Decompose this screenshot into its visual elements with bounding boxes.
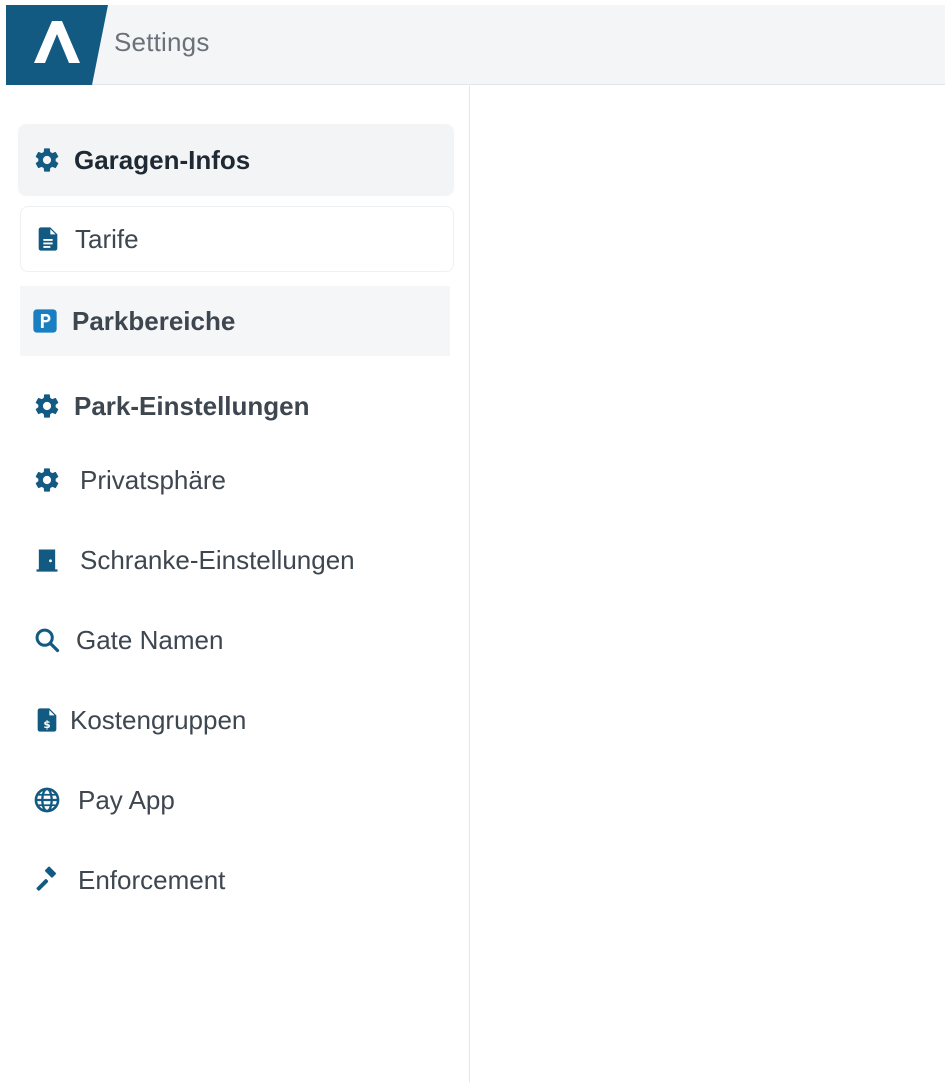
sidebar-item-kostengruppen[interactable]: $ Kostengruppen <box>20 686 450 754</box>
settings-sidebar: Garagen-Infos Tarife Parkbereiche Park-E… <box>6 86 470 1082</box>
search-icon <box>32 625 62 655</box>
sidebar-item-park-einstellungen[interactable]: Park-Einstellungen <box>20 370 450 442</box>
sidebar-item-label: Enforcement <box>78 864 226 895</box>
sidebar-item-label: Tarife <box>75 223 139 254</box>
sidebar-item-gate-namen[interactable]: Gate Namen <box>20 606 450 674</box>
brand-a-logo-icon <box>6 5 108 85</box>
page-title: Settings <box>114 27 210 57</box>
sidebar-item-label: Garagen-Infos <box>74 144 251 175</box>
globe-icon <box>32 785 62 815</box>
sidebar-item-label: Schranke-Einstellungen <box>80 544 355 575</box>
app-window: Settings Garagen-Infos Tarife Parkbereic… <box>0 0 945 1082</box>
main-content-area <box>471 86 945 1082</box>
sidebar-item-label: Gate Namen <box>76 624 224 655</box>
sidebar-item-label: Kostengruppen <box>70 704 247 735</box>
gear-icon <box>32 391 62 421</box>
svg-text:$: $ <box>43 719 50 731</box>
sidebar-item-privatsphaere[interactable]: Privatsphäre <box>20 446 450 514</box>
sidebar-item-tarife[interactable]: Tarife <box>20 206 454 272</box>
sidebar-item-label: Pay App <box>78 784 175 815</box>
sidebar-item-label: Park-Einstellungen <box>74 390 310 421</box>
sidebar-item-pay-app[interactable]: Pay App <box>20 766 450 834</box>
gear-icon <box>32 145 62 175</box>
sidebar-item-garagen-infos[interactable]: Garagen-Infos <box>18 124 454 196</box>
sidebar-item-schranke-einstellungen[interactable]: Schranke-Einstellungen <box>20 526 450 594</box>
gavel-icon <box>32 865 62 895</box>
brand-logo[interactable] <box>6 5 108 85</box>
door-icon <box>32 545 62 575</box>
gear-icon <box>32 465 62 495</box>
parking-icon <box>30 306 60 336</box>
invoice-dollar-icon: $ <box>32 705 62 735</box>
sidebar-item-enforcement[interactable]: Enforcement <box>20 846 450 914</box>
sidebar-item-parkbereiche[interactable]: Parkbereiche <box>20 286 450 356</box>
document-icon <box>33 224 63 254</box>
sidebar-item-label: Parkbereiche <box>72 305 236 336</box>
top-bar: Settings <box>6 5 945 85</box>
sidebar-item-label: Privatsphäre <box>80 464 226 495</box>
